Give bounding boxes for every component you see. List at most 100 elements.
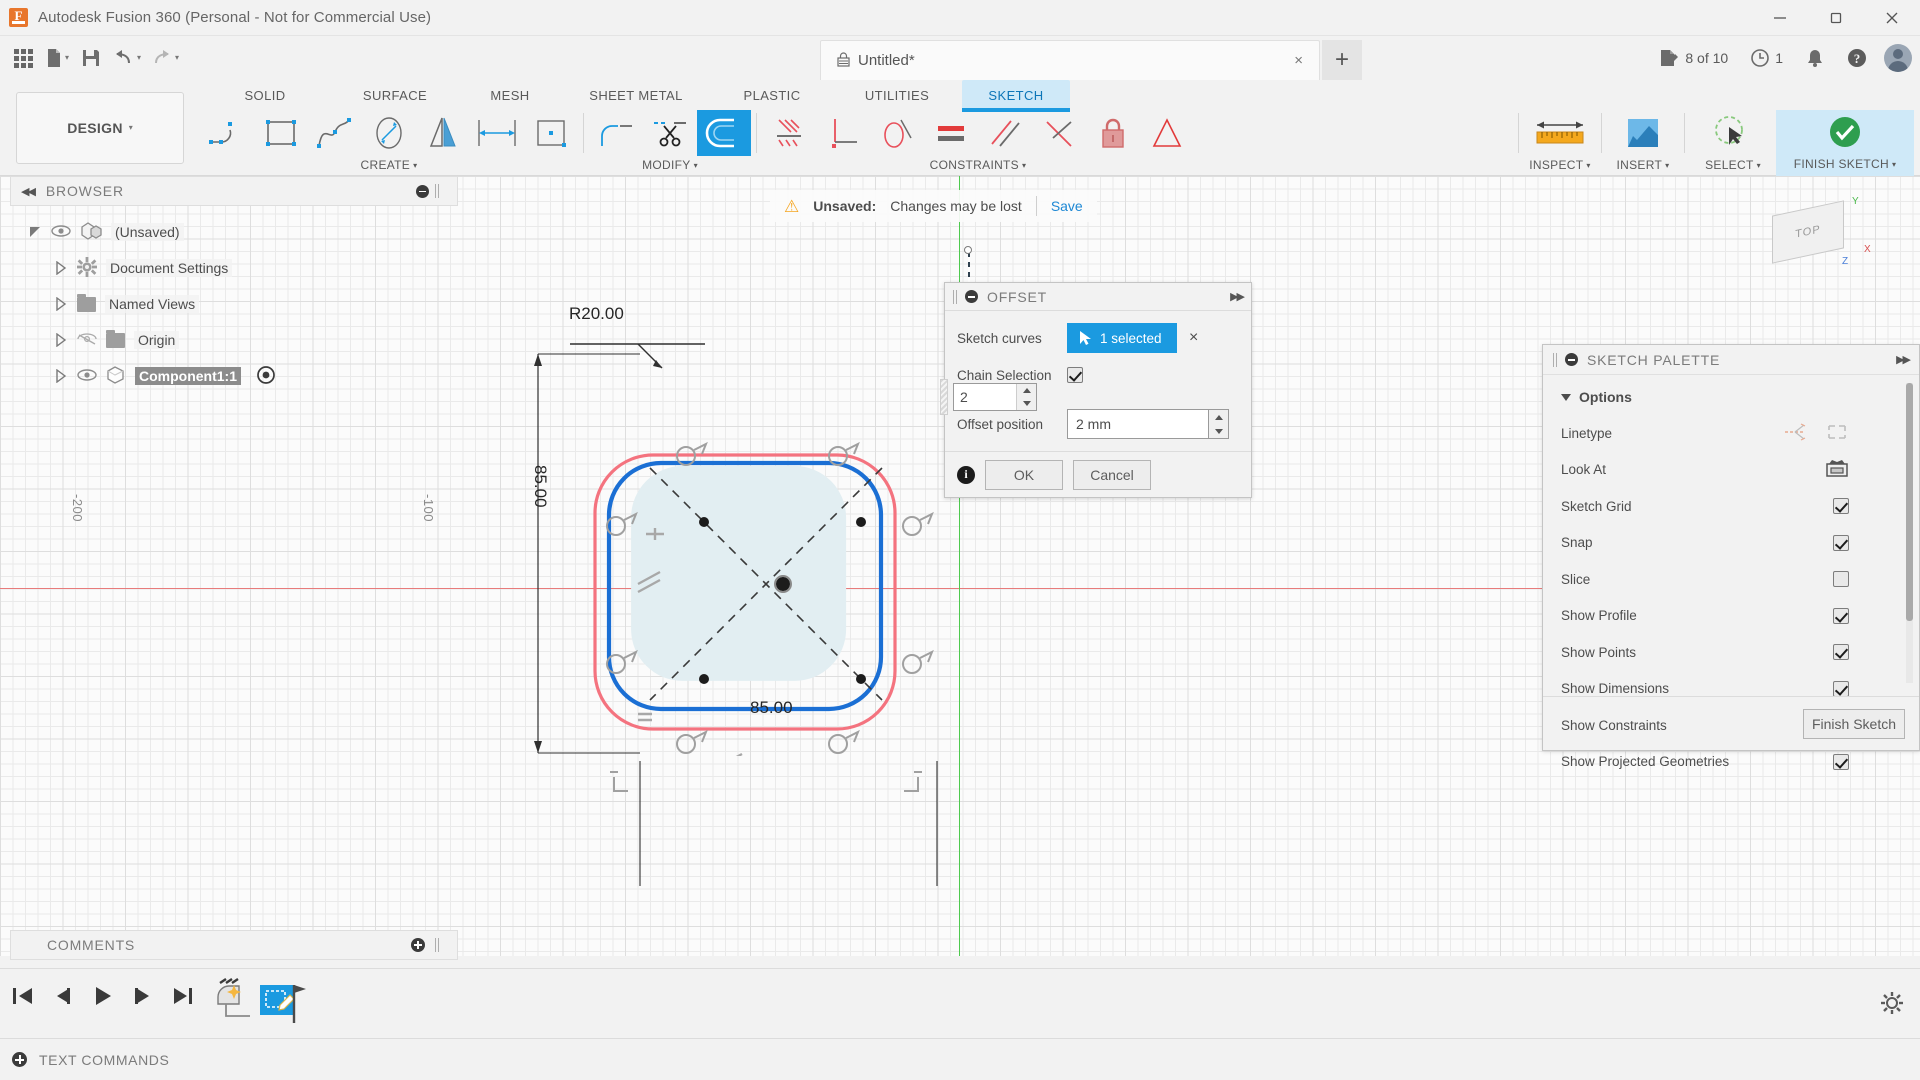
save-link[interactable]: Save bbox=[1051, 198, 1083, 214]
ribbon-group-modify-label[interactable]: MODIFY ▾ bbox=[642, 158, 698, 172]
resize-grip[interactable] bbox=[435, 938, 439, 952]
tree-item-origin[interactable]: Origin bbox=[10, 322, 458, 358]
snap-checkbox[interactable] bbox=[1833, 534, 1849, 551]
horizontal-dimension-label[interactable]: 85.00 bbox=[750, 698, 793, 718]
stepper-down[interactable] bbox=[1209, 424, 1228, 438]
tree-item-component1[interactable]: Component1:1 bbox=[10, 358, 458, 394]
avatar[interactable] bbox=[1884, 44, 1912, 72]
tab-sheet-metal[interactable]: SHEET METAL bbox=[560, 80, 712, 109]
apps-grid-icon[interactable] bbox=[6, 38, 40, 78]
tool-select-lasso-icon[interactable] bbox=[1690, 110, 1776, 156]
help-button[interactable]: ? bbox=[1838, 40, 1876, 76]
construction-line-icon[interactable] bbox=[1783, 422, 1807, 445]
tool-spline-icon[interactable] bbox=[308, 110, 362, 156]
minimize-button[interactable] bbox=[1752, 0, 1808, 36]
centerline-icon[interactable] bbox=[1825, 422, 1849, 445]
tool-parallel-icon[interactable] bbox=[978, 110, 1032, 156]
sketch-curves-selection[interactable]: 1 selected bbox=[1067, 323, 1177, 353]
tool-fix-lock-icon[interactable] bbox=[1086, 110, 1140, 156]
options-section-header[interactable]: Options bbox=[1543, 383, 1919, 415]
tab-solid[interactable]: SOLID bbox=[200, 80, 330, 109]
offset-dialog[interactable]: OFFSET ▶▶ Sketch curves 1 selected × Cha… bbox=[940, 282, 1252, 498]
ok-button[interactable]: OK bbox=[985, 459, 1063, 490]
offset-dialog-header[interactable]: OFFSET ▶▶ bbox=[945, 283, 1251, 311]
vertical-dimension-label[interactable]: 85.00 bbox=[530, 465, 550, 508]
expand-arrows-icon[interactable]: ▶▶ bbox=[1896, 353, 1911, 366]
tab-mesh[interactable]: MESH bbox=[460, 80, 560, 109]
drag-grip[interactable] bbox=[1553, 352, 1557, 367]
tool-midpoint-icon[interactable] bbox=[1032, 110, 1086, 156]
tool-rectangular-pattern-icon[interactable] bbox=[524, 110, 578, 156]
undo-icon[interactable]: ▾ bbox=[108, 38, 146, 78]
ribbon-group-inspect-label[interactable]: INSPECT ▾ bbox=[1529, 158, 1590, 172]
stepper-up[interactable] bbox=[1209, 410, 1228, 424]
ribbon-group-create-label[interactable]: CREATE ▾ bbox=[361, 158, 418, 172]
tool-linear-dimension-icon[interactable] bbox=[470, 110, 524, 156]
activate-radio-icon[interactable] bbox=[257, 365, 275, 387]
chain-selection-checkbox[interactable] bbox=[1067, 367, 1083, 383]
collapse-icon[interactable] bbox=[965, 290, 978, 303]
sketch-palette-header[interactable]: SKETCH PALETTE ▶▶ bbox=[1543, 345, 1919, 375]
offset-position-input[interactable]: 2 mm bbox=[1067, 409, 1209, 439]
tool-fillet-icon[interactable] bbox=[589, 110, 643, 156]
chain-count-spinbox[interactable]: 2 bbox=[953, 383, 1037, 411]
ribbon-group-constraints-label[interactable]: CONSTRAINTS ▾ bbox=[930, 158, 1027, 172]
expand-icon[interactable] bbox=[12, 1052, 27, 1067]
collapsed-arrow-icon[interactable] bbox=[54, 261, 68, 275]
play-icon[interactable] bbox=[90, 983, 116, 1009]
cancel-button[interactable]: Cancel bbox=[1073, 459, 1151, 490]
new-file-icon[interactable]: ▾ bbox=[40, 38, 74, 78]
view-cube[interactable]: TOP Y X Z bbox=[1764, 196, 1874, 275]
tool-mirror-icon[interactable] bbox=[416, 110, 470, 156]
comments-panel-header[interactable]: COMMENTS bbox=[10, 930, 458, 960]
collapsed-arrow-icon[interactable] bbox=[54, 369, 68, 383]
maximize-button[interactable] bbox=[1808, 0, 1864, 36]
collapsed-arrow-icon[interactable] bbox=[54, 333, 68, 347]
tool-ellipse-icon[interactable] bbox=[362, 110, 416, 156]
tree-item-unsaved[interactable]: (Unsaved) bbox=[10, 214, 458, 250]
show-points-checkbox[interactable] bbox=[1833, 644, 1849, 661]
document-tab[interactable]: Untitled* × bbox=[820, 40, 1320, 80]
tree-item-document-settings[interactable]: Document Settings bbox=[10, 250, 458, 286]
add-comment-icon[interactable] bbox=[411, 938, 425, 952]
visibility-eye-icon[interactable] bbox=[51, 224, 71, 241]
collapsed-arrow-icon[interactable] bbox=[54, 297, 68, 311]
visibility-eye-hidden-icon[interactable] bbox=[77, 332, 97, 349]
step-forward-icon[interactable] bbox=[130, 983, 156, 1009]
jobs-status-button[interactable]: 8 of 10 bbox=[1649, 40, 1737, 76]
tool-symmetry-icon[interactable] bbox=[1140, 110, 1194, 156]
radius-dimension-label[interactable]: R20.00 bbox=[569, 304, 624, 324]
tool-tangent-icon[interactable] bbox=[870, 110, 924, 156]
collapse-icon[interactable] bbox=[1565, 353, 1578, 366]
tool-perpendicular-icon[interactable] bbox=[816, 110, 870, 156]
manipulator-endpoint[interactable] bbox=[964, 246, 972, 254]
step-back-icon[interactable] bbox=[50, 983, 76, 1009]
tool-insert-image-icon[interactable] bbox=[1607, 110, 1679, 156]
timeline-settings-gear-icon[interactable] bbox=[1880, 991, 1904, 1018]
notifications-button[interactable] bbox=[1796, 40, 1834, 76]
tool-rectangle-icon[interactable] bbox=[254, 110, 308, 156]
tab-surface[interactable]: SURFACE bbox=[330, 80, 460, 109]
ribbon-group-select-label[interactable]: SELECT ▾ bbox=[1705, 158, 1761, 172]
redo-icon[interactable]: ▾ bbox=[146, 38, 184, 78]
collapse-left-icon[interactable]: ◀◀ bbox=[21, 185, 36, 198]
show-profile-checkbox[interactable] bbox=[1833, 607, 1849, 624]
tab-plastic[interactable]: PLASTIC bbox=[712, 80, 832, 109]
tab-sketch[interactable]: SKETCH bbox=[962, 80, 1070, 112]
close-tab-icon[interactable]: × bbox=[1288, 52, 1309, 69]
collapse-icon[interactable] bbox=[416, 184, 429, 198]
go-to-beginning-icon[interactable] bbox=[10, 983, 36, 1009]
tool-coincident-icon[interactable] bbox=[762, 110, 816, 156]
show-dimensions-checkbox[interactable] bbox=[1833, 680, 1849, 697]
drag-grip[interactable] bbox=[953, 289, 957, 304]
clear-selection-icon[interactable]: × bbox=[1189, 329, 1198, 347]
sketch-grid-checkbox[interactable] bbox=[1833, 498, 1849, 515]
sketch-palette[interactable]: SKETCH PALETTE ▶▶ Options Linetype Look … bbox=[1542, 344, 1920, 770]
save-icon[interactable] bbox=[74, 38, 108, 78]
sketch-feature-icon[interactable] bbox=[258, 977, 310, 1032]
expand-arrow-icon[interactable] bbox=[28, 225, 42, 239]
new-component-feature-icon[interactable] bbox=[212, 977, 256, 1032]
info-icon[interactable]: i bbox=[957, 465, 975, 484]
tree-item-named-views[interactable]: Named Views bbox=[10, 286, 458, 322]
tool-equal-icon[interactable] bbox=[924, 110, 978, 156]
